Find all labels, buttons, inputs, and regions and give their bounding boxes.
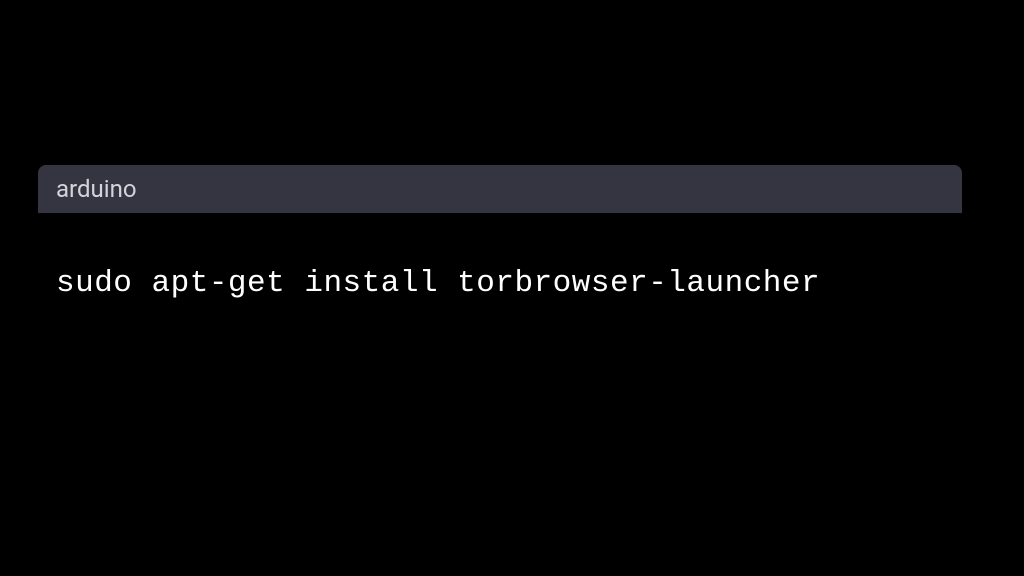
code-block: arduino sudo apt-get install torbrowser-…: [38, 165, 962, 326]
code-line[interactable]: sudo apt-get install torbrowser-launcher: [56, 261, 944, 308]
code-language-label: arduino: [56, 175, 137, 203]
code-content: sudo apt-get install torbrowser-launcher: [38, 213, 962, 326]
code-block-header: arduino: [38, 165, 962, 213]
